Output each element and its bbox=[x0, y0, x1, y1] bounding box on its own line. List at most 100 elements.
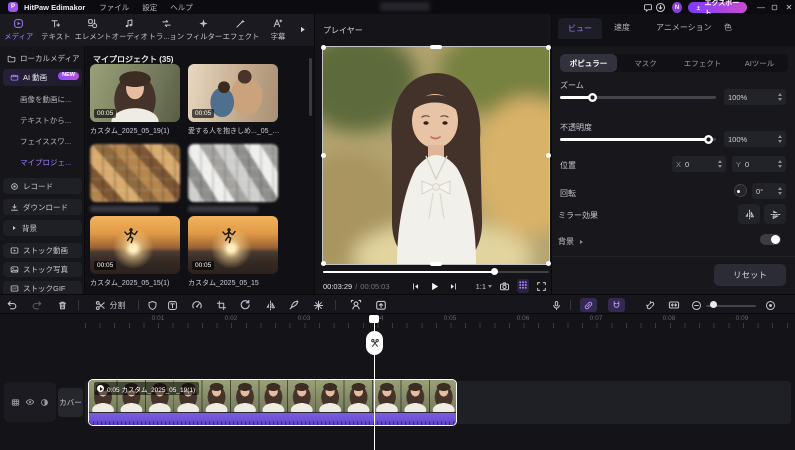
flip-button[interactable] bbox=[262, 295, 278, 315]
selection-handle[interactable] bbox=[321, 45, 326, 50]
play-button[interactable] bbox=[429, 281, 440, 292]
stepper[interactable] bbox=[778, 135, 782, 143]
mute-track-icon[interactable] bbox=[40, 398, 49, 407]
timeline-clip[interactable]: 0:05 カスタム_2025_05_19(1) bbox=[88, 379, 457, 426]
selection-handle[interactable] bbox=[430, 262, 442, 266]
opacity-value-box[interactable]: 100% bbox=[724, 131, 786, 147]
playback-progress-bar[interactable] bbox=[323, 271, 549, 273]
zoom-value-box[interactable]: 100% bbox=[724, 89, 786, 105]
tab-filter[interactable]: フィルター bbox=[185, 18, 222, 42]
tab-subtitles[interactable]: 字幕 bbox=[259, 18, 296, 42]
tab-audio[interactable]: オーディオ bbox=[111, 18, 148, 42]
text-tool-button[interactable] bbox=[164, 295, 180, 315]
zoom-out-button[interactable] bbox=[688, 295, 704, 315]
menu-file[interactable]: ファイル bbox=[99, 2, 129, 13]
crop-button[interactable] bbox=[213, 295, 229, 315]
subtab-mask[interactable]: マスク bbox=[617, 54, 674, 72]
tab-view[interactable]: ビュー bbox=[558, 18, 602, 39]
freeze-frame-button[interactable] bbox=[310, 295, 326, 315]
tab-text[interactable]: テキスト bbox=[37, 18, 74, 42]
tab-media[interactable]: メディア bbox=[0, 18, 37, 42]
close-button[interactable]: ✕ bbox=[783, 2, 795, 14]
tab-transition[interactable]: トラ...ョン bbox=[148, 18, 185, 42]
video-preview[interactable] bbox=[323, 47, 549, 264]
selection-handle[interactable] bbox=[546, 261, 551, 266]
rotation-dial[interactable] bbox=[734, 184, 747, 197]
subtab-ai-tools[interactable]: AIツール bbox=[731, 54, 788, 72]
stepper[interactable] bbox=[778, 93, 782, 101]
sidebar-item-my-projects[interactable]: マイプロジェ... bbox=[0, 155, 84, 170]
position-y-box[interactable]: Y 0 bbox=[732, 156, 786, 172]
stepper[interactable] bbox=[778, 160, 782, 168]
media-card-2[interactable]: 00:05 愛する人を抱きしめ..._05_16(2) bbox=[188, 64, 278, 136]
selection-handle[interactable] bbox=[546, 45, 551, 50]
media-card-5[interactable]: 00:05 カスタム_2025_05_15(1) bbox=[90, 216, 180, 288]
flip-horizontal-button[interactable] bbox=[738, 204, 760, 224]
sidebar-item-image-to-video[interactable]: 画像を動画に... bbox=[0, 92, 84, 107]
selection-handle[interactable] bbox=[430, 45, 442, 49]
ease-button[interactable] bbox=[286, 295, 302, 315]
menu-help[interactable]: ヘルプ bbox=[170, 2, 193, 13]
sidebar-item-ai-video[interactable]: AI 動画 NEW bbox=[3, 69, 82, 86]
sidebar-item-download[interactable]: ダウンロード bbox=[3, 199, 82, 215]
sidebar-item-face-swap[interactable]: フェイススワ... bbox=[0, 134, 84, 149]
grid-toggle-button[interactable] bbox=[517, 279, 529, 293]
eye-visibility-icon[interactable] bbox=[25, 397, 35, 407]
tab-animation[interactable]: アニメーション bbox=[656, 22, 712, 33]
selection-handle[interactable] bbox=[546, 153, 551, 158]
menu-settings[interactable]: 設定 bbox=[142, 2, 157, 13]
sidebar-item-record[interactable]: レコード bbox=[3, 178, 82, 194]
sidebar-item-stock-video[interactable]: ストック動画 bbox=[3, 243, 82, 258]
zoom-slider-knob[interactable] bbox=[588, 93, 597, 102]
split-button[interactable]: 分割 bbox=[88, 295, 132, 315]
subtab-popular[interactable]: ポピュラー bbox=[560, 54, 617, 72]
link-clips-button[interactable] bbox=[580, 298, 597, 312]
zoom-to-fit-button[interactable] bbox=[762, 295, 778, 315]
speed-button[interactable] bbox=[189, 295, 205, 315]
stepper[interactable] bbox=[718, 160, 722, 168]
next-frame-button[interactable] bbox=[449, 282, 458, 291]
sidebar-item-local-media[interactable]: ローカルメディア bbox=[0, 51, 84, 66]
progress-knob[interactable] bbox=[491, 268, 498, 275]
playhead-split-badge[interactable] bbox=[366, 331, 383, 355]
media-card-1[interactable]: 00:05 カスタム_2025_05_19(1) bbox=[90, 64, 180, 136]
redo-button[interactable] bbox=[29, 295, 45, 315]
sidebar-item-stock-photos[interactable]: ストック写真 bbox=[3, 262, 82, 277]
snapshot-camera-icon[interactable] bbox=[499, 281, 510, 292]
tab-speed[interactable]: 速度 bbox=[614, 22, 630, 33]
timeline-ruler[interactable]: 0:01 0:02 0:03 0:04 0:05 0:06 0:07 0:08 … bbox=[85, 314, 795, 330]
stepper[interactable] bbox=[778, 187, 782, 195]
ribbon-expand-arrow[interactable] bbox=[298, 24, 307, 35]
opacity-slider[interactable] bbox=[560, 138, 716, 141]
undo-button[interactable] bbox=[4, 295, 20, 315]
timeline-zoom-knob[interactable] bbox=[710, 301, 717, 308]
opacity-slider-knob[interactable] bbox=[704, 135, 713, 144]
reset-button[interactable]: リセット bbox=[714, 264, 786, 286]
voiceover-mic-button[interactable] bbox=[548, 295, 564, 315]
media-scrollbar[interactable] bbox=[309, 58, 312, 116]
fit-timeline-button[interactable] bbox=[665, 295, 683, 315]
export-button[interactable]: エクスポート bbox=[688, 2, 747, 13]
maximize-button[interactable] bbox=[769, 2, 781, 14]
user-avatar[interactable]: N bbox=[672, 2, 681, 13]
zoom-slider[interactable] bbox=[560, 96, 716, 99]
zoom-ratio-select[interactable]: 1:1 bbox=[476, 282, 492, 291]
download-icon[interactable] bbox=[655, 1, 666, 14]
media-card-6[interactable]: 00:05 カスタム_2025_05_15 bbox=[188, 216, 278, 288]
selection-handle[interactable] bbox=[321, 261, 326, 266]
previous-frame-button[interactable] bbox=[411, 282, 420, 291]
fullscreen-icon[interactable] bbox=[536, 281, 547, 292]
sidebar-item-text-to-video[interactable]: テキストから... bbox=[0, 113, 84, 128]
sidebar-item-background[interactable]: 背景 bbox=[3, 220, 82, 236]
minimize-button[interactable]: — bbox=[755, 2, 767, 14]
playhead-handle[interactable] bbox=[369, 315, 379, 323]
flip-vertical-button[interactable] bbox=[764, 204, 786, 224]
background-toggle[interactable] bbox=[760, 234, 781, 245]
media-card-3-blurred[interactable] bbox=[90, 144, 180, 212]
media-card-4-blurred[interactable] bbox=[188, 144, 278, 212]
subtab-effects[interactable]: エフェクト bbox=[674, 54, 731, 72]
rotation-value-box[interactable]: 0° bbox=[752, 183, 786, 199]
tab-effects[interactable]: エフェクト bbox=[222, 18, 259, 42]
delete-button[interactable] bbox=[54, 295, 70, 315]
mask-button[interactable] bbox=[144, 295, 160, 315]
